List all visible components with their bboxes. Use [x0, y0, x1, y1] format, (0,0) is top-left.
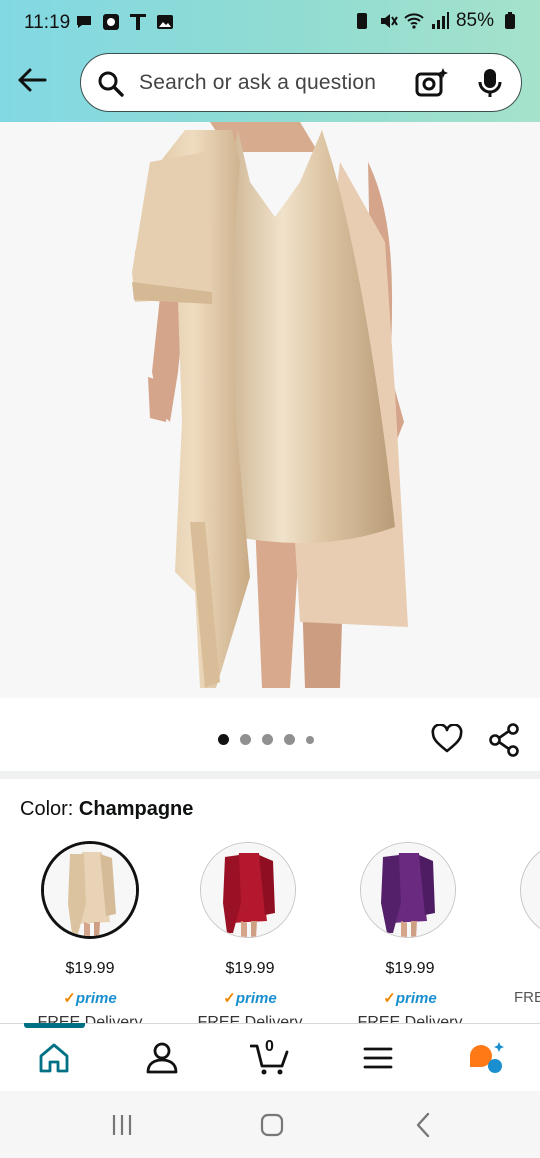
status-time: 11:19	[24, 12, 71, 33]
swatch-image	[360, 842, 456, 938]
carousel-dot	[306, 735, 314, 744]
section-divider	[0, 771, 540, 779]
recent-apps-icon[interactable]	[108, 1111, 136, 1139]
nav-active-indicator	[24, 1023, 85, 1028]
swatch-delivery: FREE Delivery	[357, 1014, 463, 1023]
cart-count: 0	[265, 1038, 274, 1055]
app-icon	[103, 14, 119, 30]
search-bar[interactable]: Search or ask a question	[80, 53, 522, 112]
carrier-icon	[130, 14, 146, 30]
color-label: Color: Champagne	[20, 798, 193, 821]
mute-icon	[380, 14, 398, 28]
prime-badge: ✓prime	[0, 989, 180, 1007]
prime-check-icon: ✓	[63, 990, 76, 1007]
carousel-dot	[240, 734, 251, 745]
home-button-icon[interactable]	[258, 1111, 286, 1139]
purple-thumbnail	[361, 843, 455, 937]
bottom-nav: 0	[0, 1023, 540, 1091]
back-arrow-icon[interactable]	[14, 62, 50, 98]
swatch-free-label: FRE	[514, 989, 540, 1006]
search-icon	[98, 71, 124, 97]
home-icon[interactable]	[36, 1040, 72, 1076]
battery-saver-icon	[356, 13, 367, 29]
swatch-purple[interactable]: $19.99 ✓prime FREE Delivery	[320, 838, 462, 1023]
swatch-price: $19.99	[65, 960, 115, 977]
swatch-partial[interactable]: FRE	[480, 838, 540, 1023]
carousel-indicator	[218, 734, 314, 745]
swatch-image	[200, 842, 296, 938]
battery-level: 85%	[455, 10, 494, 31]
prime-label: prime	[235, 990, 277, 1007]
menu-icon[interactable]	[360, 1040, 396, 1076]
mic-icon[interactable]	[477, 67, 503, 99]
system-nav-bar	[0, 1091, 540, 1158]
status-bar: 11:19 85%	[0, 0, 540, 46]
notification-icons	[74, 12, 175, 32]
red-thumbnail	[201, 843, 295, 937]
champagne-thumbnail	[44, 844, 136, 936]
product-image[interactable]	[0, 122, 540, 698]
swatch-delivery: FREE Delivery	[197, 1014, 303, 1023]
carousel-dot	[218, 734, 229, 745]
swatch-price: $19.99	[225, 960, 275, 977]
heart-icon[interactable]	[431, 724, 463, 754]
prime-check-icon: ✓	[223, 990, 236, 1007]
selected-color: Champagne	[78, 798, 194, 820]
prime-badge: ✓prime	[160, 989, 340, 1007]
swatch-delivery: FREE Delivery	[37, 1014, 143, 1023]
share-icon[interactable]	[488, 723, 520, 757]
prime-label: prime	[395, 990, 437, 1007]
color-swatches: $19.99 ✓prime FREE Delivery $19.99 ✓prim…	[0, 838, 540, 1023]
system-status: 85%	[352, 10, 520, 32]
account-icon[interactable]	[144, 1040, 180, 1076]
gallery-icon	[157, 15, 173, 29]
chat-icon	[77, 16, 91, 28]
prime-check-icon: ✓	[383, 990, 396, 1007]
search-input[interactable]: Search or ask a question	[139, 71, 376, 95]
rufus-icon[interactable]	[466, 1040, 506, 1076]
swatch-price: $19.99	[385, 960, 435, 977]
signal-icon	[431, 12, 449, 29]
wifi-icon	[404, 13, 424, 29]
color-label-text: Color:	[20, 798, 74, 820]
swatch-image	[520, 842, 540, 938]
camera-icon[interactable]	[415, 67, 449, 99]
product-photo-champagne-robe-set	[0, 122, 540, 698]
swatch-image	[41, 841, 139, 939]
carousel-dot	[284, 734, 295, 745]
battery-icon	[505, 12, 515, 29]
app-header: 11:19 85% Search or ask a question	[0, 0, 540, 122]
carousel-dot	[262, 734, 273, 745]
prime-label: prime	[75, 990, 117, 1007]
swatch-champagne[interactable]: $19.99 ✓prime FREE Delivery	[0, 838, 142, 1023]
prime-badge: ✓prime	[320, 989, 500, 1007]
back-button-icon[interactable]	[410, 1111, 438, 1139]
swatch-red[interactable]: $19.99 ✓prime FREE Delivery	[160, 838, 302, 1023]
